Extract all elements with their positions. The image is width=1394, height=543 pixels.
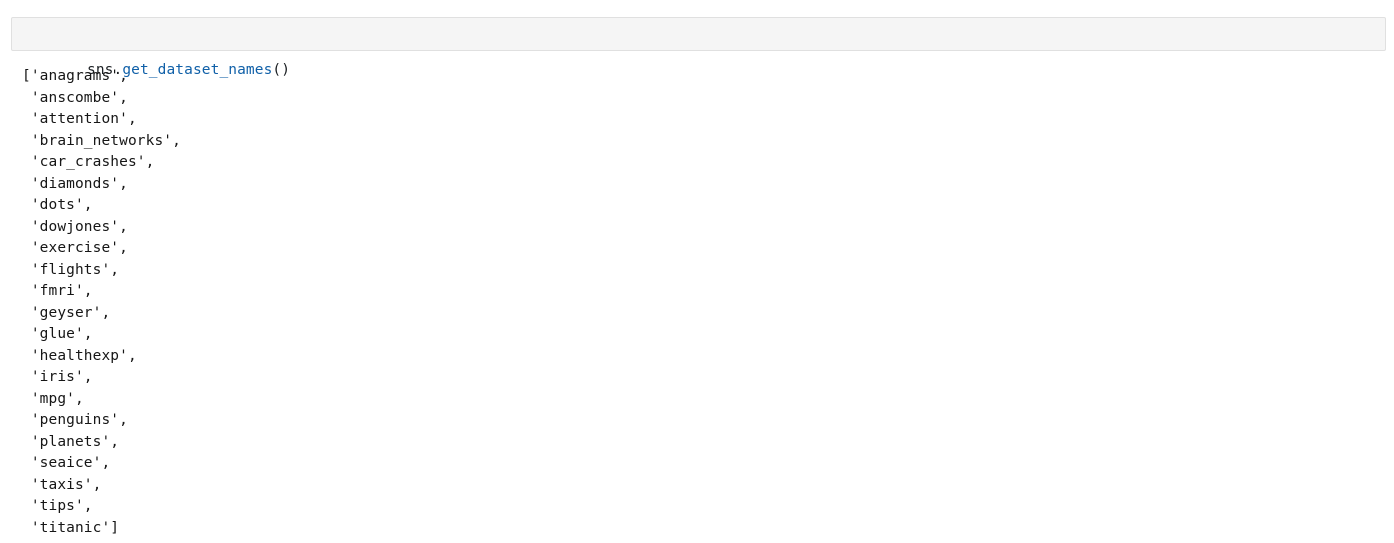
output-line: 'geyser', (22, 304, 111, 321)
output-line: 'brain_networks', (22, 132, 181, 149)
output-line: 'planets', (22, 433, 120, 450)
output-line: 'glue', (22, 326, 93, 342)
code-output-area: ['anagrams', 'anscombe', 'attention', 'b… (22, 66, 1382, 539)
output-line: ['anagrams', (22, 68, 128, 84)
output-line: 'iris', (22, 369, 93, 385)
code-input-cell[interactable]: sns.get_dataset_names() (11, 17, 1386, 78)
output-line: 'dots', (22, 197, 93, 213)
output-line: 'dowjones', (22, 218, 128, 235)
output-line: 'titanic'] (22, 519, 120, 536)
output-line: 'car_crashes', (22, 154, 155, 170)
output-line: 'flights', (22, 261, 120, 278)
output-line: 'exercise', (22, 240, 128, 256)
output-line: 'mpg', (22, 390, 84, 407)
output-line: 'penguins', (22, 412, 128, 428)
notebook-cell-container: [ sns.get_dataset_names() [ ['anagrams',… (0, 0, 1394, 543)
output-line: 'fmri', (22, 283, 93, 299)
output-line: 'attention', (22, 111, 137, 127)
output-line: 'taxis', (22, 476, 102, 493)
output-line: 'diamonds', (22, 175, 128, 192)
output-line: 'anscombe', (22, 89, 128, 106)
output-line: 'tips', (22, 498, 93, 514)
output-line: 'seaice', (22, 455, 111, 471)
output-line: 'healthexp', (22, 347, 137, 364)
